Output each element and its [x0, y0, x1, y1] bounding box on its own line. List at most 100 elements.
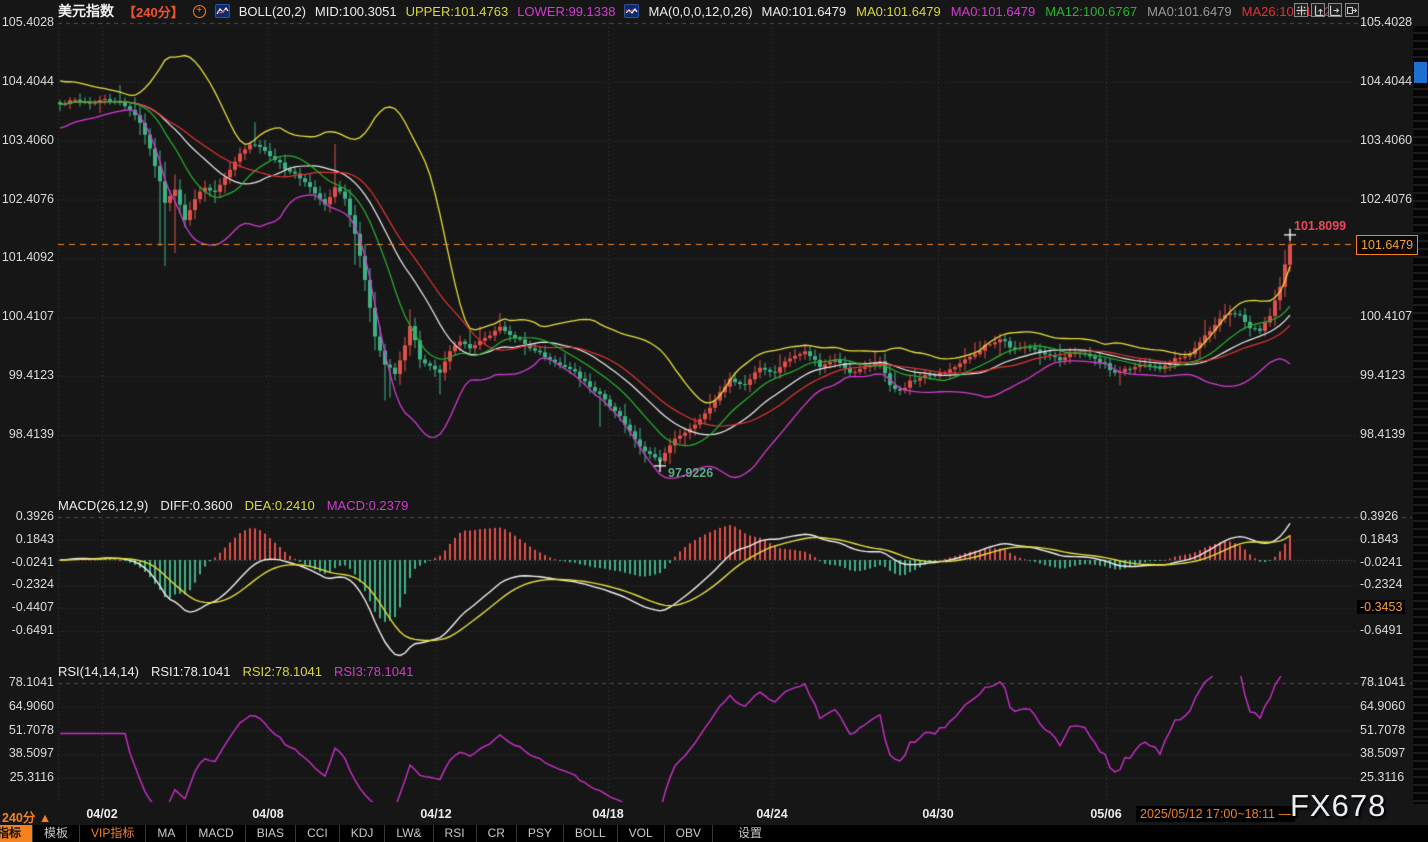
- toolbar-tab-psy[interactable]: PSY: [517, 825, 564, 842]
- high-price-label: 101.8099: [1294, 219, 1346, 233]
- toolbar-tab-indicators[interactable]: 指标: [0, 825, 33, 842]
- price-tick-label: 105.4028: [0, 15, 54, 29]
- toolbar-tab-templates[interactable]: 模板: [33, 825, 80, 842]
- ma-indicator-icon[interactable]: [624, 4, 639, 18]
- date-label: 04/18: [585, 807, 631, 821]
- toolbar-tab-vol[interactable]: VOL: [618, 825, 665, 842]
- price-tick-label: 99.4123: [1360, 368, 1405, 382]
- price-tick-label: 99.4123: [0, 368, 54, 382]
- macd-macd-value: MACD:0.2379: [327, 498, 409, 513]
- ma-value: MA0:101.6479: [762, 4, 847, 19]
- price-tick-label: 98.4139: [0, 427, 54, 441]
- date-label: 04/12: [413, 807, 459, 821]
- date-label: 05/06: [1083, 807, 1129, 821]
- ma-value: MA0:101.6479: [1147, 4, 1232, 19]
- price-tick-label: 100.4107: [1360, 309, 1412, 323]
- boll-label: BOLL(20,2): [239, 4, 306, 19]
- rsi-tick-label: 25.3116: [0, 770, 54, 784]
- rsi-tick-label: 64.9060: [0, 699, 54, 713]
- date-label: 04/30: [915, 807, 961, 821]
- macd-tick-label: -0.6491: [0, 623, 54, 637]
- main-indicator-header: 美元指数 【240分】 + BOLL(20,2) MID:100.3051 UP…: [58, 2, 1332, 20]
- ma-value: MA12:100.6767: [1045, 4, 1137, 19]
- macd-tick-label: 0.1843: [1360, 532, 1398, 546]
- macd-diff-value: DIFF:0.3600: [160, 498, 232, 513]
- toolbar-tab-ma[interactable]: MA: [146, 825, 187, 842]
- fx678-watermark: FX678: [1290, 788, 1386, 824]
- toolbar-tab-bias[interactable]: BIAS: [246, 825, 296, 842]
- price-tick-label: 100.4107: [0, 309, 54, 323]
- indicator-toolbar: 指标模板VIP指标MAMACDBIASCCIKDJLW&RSICRPSYBOLL…: [0, 825, 1428, 842]
- price-tick-label: 104.4044: [1360, 74, 1412, 88]
- toolbar-tab-lwr[interactable]: LW&: [385, 825, 433, 842]
- toolbar-tab-macd[interactable]: MACD: [187, 825, 245, 842]
- date-label: 04/24: [749, 807, 795, 821]
- macd-tick-label: 0.3926: [0, 509, 54, 523]
- date-label: 04/08: [245, 807, 291, 821]
- rsi-header: RSI(14,14,14) RSI1:78.1041 RSI2:78.1041 …: [58, 663, 413, 679]
- toolbar-tab-boll[interactable]: BOLL: [564, 825, 618, 842]
- price-tick-label: 102.4076: [0, 192, 54, 206]
- rsi1-value: RSI1:78.1041: [151, 664, 231, 679]
- boll-lower-value: LOWER:99.1338: [517, 4, 615, 19]
- toolbar-tab-obv[interactable]: OBV: [665, 825, 713, 842]
- vertical-scrollbar[interactable]: [1413, 26, 1428, 804]
- rsi3-value: RSI3:78.1041: [334, 664, 414, 679]
- period-tag[interactable]: 【240分】: [123, 2, 184, 21]
- rsi-tick-label: 25.3116: [1360, 770, 1404, 784]
- y-axis-scale-icon[interactable]: [1311, 3, 1325, 17]
- macd-axis-highlight: -0.3453: [1357, 600, 1405, 614]
- boll-upper-value: UPPER:101.4763: [406, 4, 509, 19]
- price-tick-label: 105.4028: [1360, 15, 1412, 29]
- boll-indicator-icon[interactable]: [215, 4, 230, 18]
- toolbar-tab-kdj[interactable]: KDJ: [340, 825, 386, 842]
- x-axis-scale-icon[interactable]: [1328, 3, 1342, 17]
- macd-tick-label: -0.6491: [1360, 623, 1402, 637]
- rsi-tick-label: 51.7078: [0, 723, 54, 737]
- macd-dea-value: DEA:0.2410: [245, 498, 315, 513]
- toolbar-tab-rsi[interactable]: RSI: [434, 825, 477, 842]
- price-tick-label: 104.4044: [0, 74, 54, 88]
- ma-value: MA0:101.6479: [856, 4, 941, 19]
- price-chart-canvas[interactable]: [0, 0, 1428, 842]
- rsi2-value: RSI2:78.1041: [242, 664, 322, 679]
- price-tick-label: 101.4092: [0, 250, 54, 264]
- price-tick-label: 103.4060: [1360, 133, 1412, 147]
- move-tool-icon[interactable]: [1294, 3, 1308, 17]
- low-price-label: 97.9226: [668, 466, 713, 480]
- macd-label: MACD(26,12,9): [58, 498, 148, 513]
- rsi-tick-label: 38.5097: [0, 746, 54, 760]
- toolbar-tab-cr[interactable]: CR: [477, 825, 517, 842]
- ma-value: MA0:101.6479: [951, 4, 1036, 19]
- rsi-tick-label: 78.1041: [0, 675, 54, 689]
- symbol-title: 美元指数: [58, 1, 114, 21]
- toolbar-tab-cci[interactable]: CCI: [296, 825, 340, 842]
- period-selector[interactable]: 240分 ▲: [2, 807, 51, 826]
- rsi-tick-label: 38.5097: [1360, 746, 1405, 760]
- macd-tick-label: -0.0241: [0, 555, 54, 569]
- scrollbar-thumb[interactable]: [1414, 62, 1427, 83]
- macd-tick-label: -0.0241: [1360, 555, 1402, 569]
- toolbar-tab-vip-indicators[interactable]: VIP指标: [80, 825, 146, 842]
- date-label: 04/02: [79, 807, 125, 821]
- rsi-tick-label: 64.9060: [1360, 699, 1405, 713]
- session-time-label: 2025/05/12 17:00~18:11 —: [1136, 806, 1295, 822]
- pan-right-icon[interactable]: [1345, 3, 1359, 17]
- macd-header: MACD(26,12,9) DIFF:0.3600 DEA:0.2410 MAC…: [58, 497, 408, 513]
- macd-tick-label: 0.3926: [1360, 509, 1398, 523]
- toolbar-tab-settings[interactable]: 设置: [727, 825, 773, 842]
- ma-label: MA(0,0,0,12,0,26): [648, 4, 752, 19]
- price-tick-label: 102.4076: [1360, 192, 1412, 206]
- chart-app: 美元指数 【240分】 + BOLL(20,2) MID:100.3051 UP…: [0, 0, 1428, 842]
- macd-tick-label: -0.2324: [0, 577, 54, 591]
- macd-tick-label: -0.2324: [1360, 577, 1402, 591]
- last-price-badge: 101.6479: [1356, 235, 1418, 255]
- rsi-tick-label: 51.7078: [1360, 723, 1405, 737]
- ma-values-group: MA0:101.6479 MA0:101.6479 MA0:101.6479 MA12…: [762, 4, 1332, 19]
- circle-plus-icon[interactable]: +: [193, 5, 206, 18]
- macd-tick-label: -0.4407: [0, 600, 54, 614]
- macd-tick-label: 0.1843: [0, 532, 54, 546]
- rsi-tick-label: 78.1041: [1360, 675, 1405, 689]
- boll-mid-value: MID:100.3051: [315, 4, 397, 19]
- price-tick-label: 103.4060: [0, 133, 54, 147]
